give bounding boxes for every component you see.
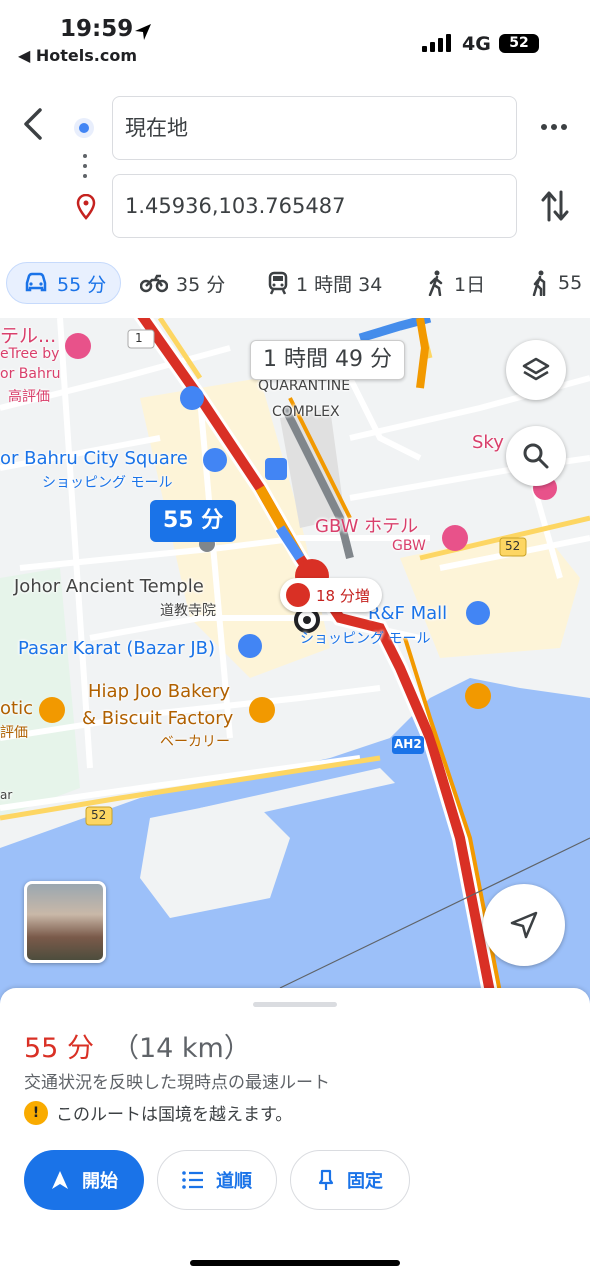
map-label-ar: ar xyxy=(0,788,13,802)
steps-button[interactable]: 道順 xyxy=(157,1150,277,1210)
road-shield-52-west: 52 xyxy=(91,808,107,822)
map-label-gbw: GBW ホテル xyxy=(315,516,419,537)
map-label-temple-sub: 道教寺院 xyxy=(160,603,216,619)
tab-assisted-walk-label: 55 xyxy=(558,272,583,294)
pin-button[interactable]: 固定 xyxy=(290,1150,410,1210)
map-label-pasar: Pasar Karat (Bazar JB) xyxy=(18,638,216,659)
tab-car-label: 55 分 xyxy=(57,273,107,296)
battery-icon: 52 xyxy=(499,34,539,53)
route-summary-sheet: 55 分 （14 km） 交通状況を反映した現時点の最速ルート ! このルートは国… xyxy=(0,988,590,1280)
sheet-drag-handle[interactable] xyxy=(253,1002,337,1007)
steps-button-label: 道順 xyxy=(216,1171,252,1192)
map-label-sky: Sky xyxy=(472,432,504,453)
origin-dot-icon xyxy=(74,118,94,138)
search-icon xyxy=(523,443,549,469)
alt-route-time-chip[interactable]: 1 時間 49 分 xyxy=(250,340,405,380)
tab-motorcycle-label: 35 分 xyxy=(176,273,226,296)
tab-assisted-walk[interactable]: 55 xyxy=(528,262,582,304)
map-label-gbw-sub: GBW xyxy=(392,538,426,554)
map-view[interactable]: 1 52 52 AH2 QUARANTINE COMPLEX テル... eTr… xyxy=(0,318,590,1018)
search-along-route-button[interactable] xyxy=(506,426,566,486)
main-route-time-chip[interactable]: 55 分 xyxy=(150,500,237,542)
map-label-quarantine: QUARANTINE xyxy=(258,378,351,394)
route-distance: （14 km） xyxy=(111,1033,251,1064)
destination-pin-icon xyxy=(76,194,96,220)
tab-car[interactable]: 55 分 xyxy=(6,262,122,304)
map-label-temple: Johor Ancient Temple xyxy=(14,576,204,597)
road-shield-52-east: 52 xyxy=(505,539,521,553)
map-label-hotel-tree: eTree by xyxy=(0,346,60,362)
border-warning-text: このルートは国境を越えます。 xyxy=(56,1105,293,1125)
transit-icon xyxy=(268,271,288,295)
road-shield-1: 1 xyxy=(135,331,143,345)
traffic-car-icon xyxy=(286,583,310,607)
navigation-mode-button[interactable] xyxy=(483,884,565,966)
map-label-mall-sub: ショッピング モール xyxy=(300,631,431,647)
home-indicator[interactable] xyxy=(190,1260,400,1266)
map-label-hiap-2: & Biscuit Factory xyxy=(82,708,234,729)
swap-icon[interactable] xyxy=(540,188,570,224)
back-to-app-link[interactable]: ◀ Hotels.com xyxy=(18,46,137,65)
back-arrow-icon[interactable] xyxy=(18,106,50,142)
travel-mode-tabs: 55 分 35 分 1 時間 34 1日 55 xyxy=(0,256,590,312)
traffic-delay-label: 18 分増 xyxy=(316,586,370,605)
start-button-label: 開始 xyxy=(82,1171,118,1192)
map-label-otic-sub: 評価 xyxy=(0,725,28,741)
pin-button-label: 固定 xyxy=(347,1171,383,1192)
tab-motorcycle[interactable]: 35 分 xyxy=(140,262,225,304)
layers-button[interactable] xyxy=(506,340,566,400)
layers-icon xyxy=(522,357,550,381)
more-options-icon[interactable] xyxy=(540,120,568,134)
motorcycle-icon xyxy=(140,274,168,293)
route-summary: 55 分 （14 km） xyxy=(24,1026,251,1065)
clock: 19:59 xyxy=(60,16,134,42)
route-duration: 55 分 xyxy=(24,1033,94,1064)
route-subtitle: 交通状況を反映した現時点の最速ルート xyxy=(24,1073,330,1093)
signal-icon xyxy=(422,34,451,52)
map-label-city-square: or Bahru City Square xyxy=(0,448,188,469)
car-icon xyxy=(25,272,47,292)
map-label-otic: otic xyxy=(0,698,33,719)
tab-transit[interactable]: 1 時間 34 xyxy=(268,262,382,304)
map-label-hotel-bahru: or Bahru xyxy=(0,366,61,382)
warning-icon: ! xyxy=(24,1100,48,1125)
network-type: 4G xyxy=(462,33,491,55)
navigation-arrow-icon xyxy=(510,911,538,939)
map-label-hotel-partial: テル... xyxy=(0,325,57,347)
map-label-hiap-sub: ベーカリー xyxy=(160,734,230,750)
map-label-complex: COMPLEX xyxy=(272,404,340,420)
status-bar: 19:59 ◀ Hotels.com 4G 52 xyxy=(0,0,590,70)
tab-walk-label: 1日 xyxy=(454,273,486,296)
map-label-mall: R&F Mall xyxy=(368,603,448,624)
navigation-start-icon xyxy=(52,1171,68,1189)
start-button[interactable]: 開始 xyxy=(24,1150,144,1210)
destination-field[interactable]: 1.45936,103.765487 xyxy=(112,174,517,238)
map-label-city-square-sub: ショッピング モール xyxy=(42,475,173,491)
map-label-hotel-rating: 高評価 xyxy=(8,389,50,405)
tab-walk[interactable]: 1日 xyxy=(426,262,485,304)
tab-transit-label: 1 時間 34 xyxy=(296,273,383,296)
list-icon xyxy=(182,1171,203,1189)
traffic-delay-chip[interactable]: 18 分増 xyxy=(280,578,382,612)
road-shield-ah2: AH2 xyxy=(394,737,422,751)
route-dots-icon xyxy=(83,154,87,184)
directions-header: 現在地 1.45936,103.765487 xyxy=(0,70,590,250)
street-view-thumbnail[interactable] xyxy=(24,881,106,963)
origin-field[interactable]: 現在地 xyxy=(112,96,517,160)
walk-icon xyxy=(428,270,443,296)
map-label-hiap-1: Hiap Joo Bakery xyxy=(88,681,231,702)
pin-icon xyxy=(318,1169,334,1190)
border-warning: ! このルートは国境を越えます。 xyxy=(24,1100,292,1125)
location-arrow-icon xyxy=(135,24,151,40)
cane-walk-icon xyxy=(532,270,546,296)
